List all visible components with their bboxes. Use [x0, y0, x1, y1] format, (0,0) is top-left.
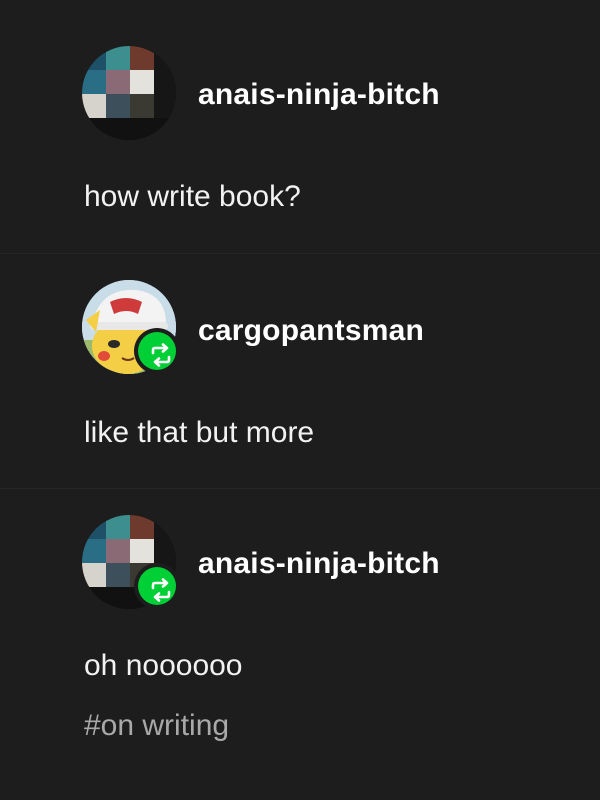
pixel-mosaic-avatar-icon — [82, 46, 176, 140]
thread-post-3: anais-ninja-bitch oh noooooo #on writing — [0, 489, 600, 800]
avatar[interactable] — [82, 46, 176, 140]
post-username[interactable]: cargopantsman — [198, 314, 424, 348]
reblog-badge — [134, 328, 180, 374]
thread-post-2: cargopantsman like that but more — [0, 254, 600, 488]
reblog-icon — [151, 578, 171, 602]
thread-post-1: anais-ninja-bitch how write book? — [0, 0, 600, 260]
post-body: oh noooooo — [84, 649, 243, 682]
post-username[interactable]: anais-ninja-bitch — [198, 547, 440, 581]
post-body: how write book? — [84, 180, 301, 213]
post-tag[interactable]: #on writing — [84, 709, 229, 743]
post-username[interactable]: anais-ninja-bitch — [198, 78, 440, 112]
reblog-icon — [151, 343, 171, 367]
reblog-badge — [134, 563, 180, 609]
post-body: like that but more — [84, 416, 315, 449]
